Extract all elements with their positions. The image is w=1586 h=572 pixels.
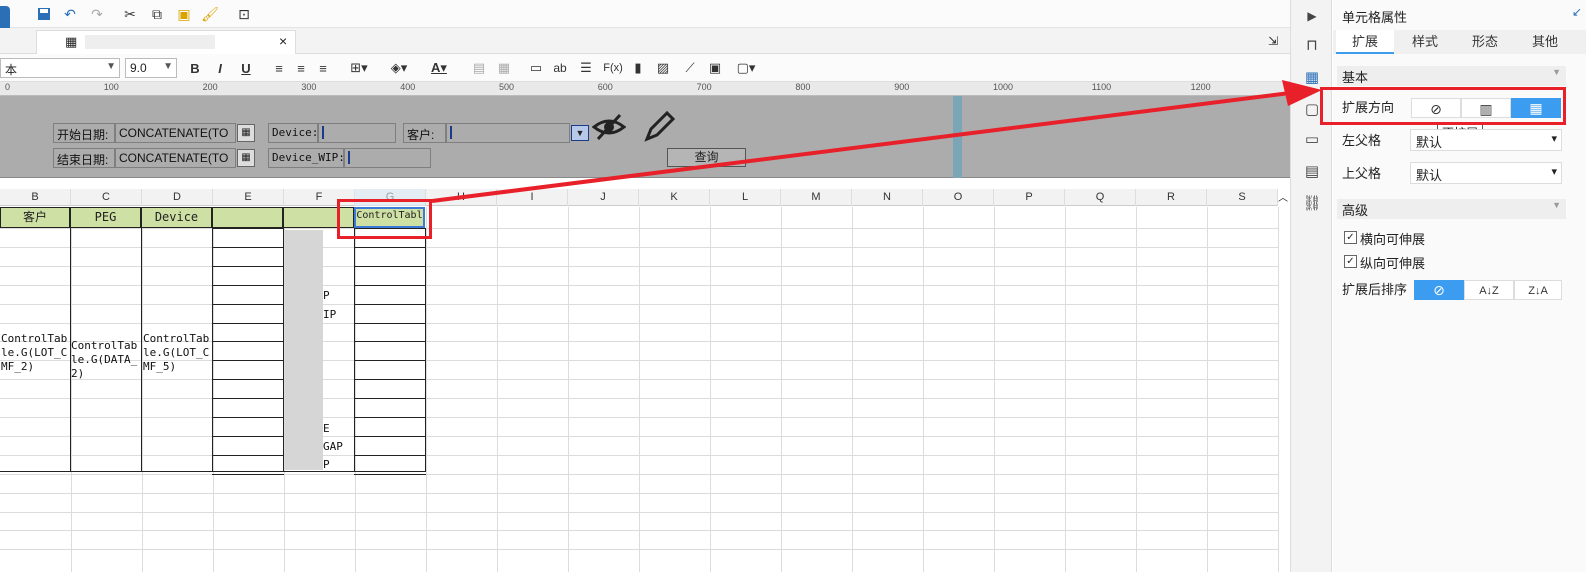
annotation-arrow [431,80,1322,203]
